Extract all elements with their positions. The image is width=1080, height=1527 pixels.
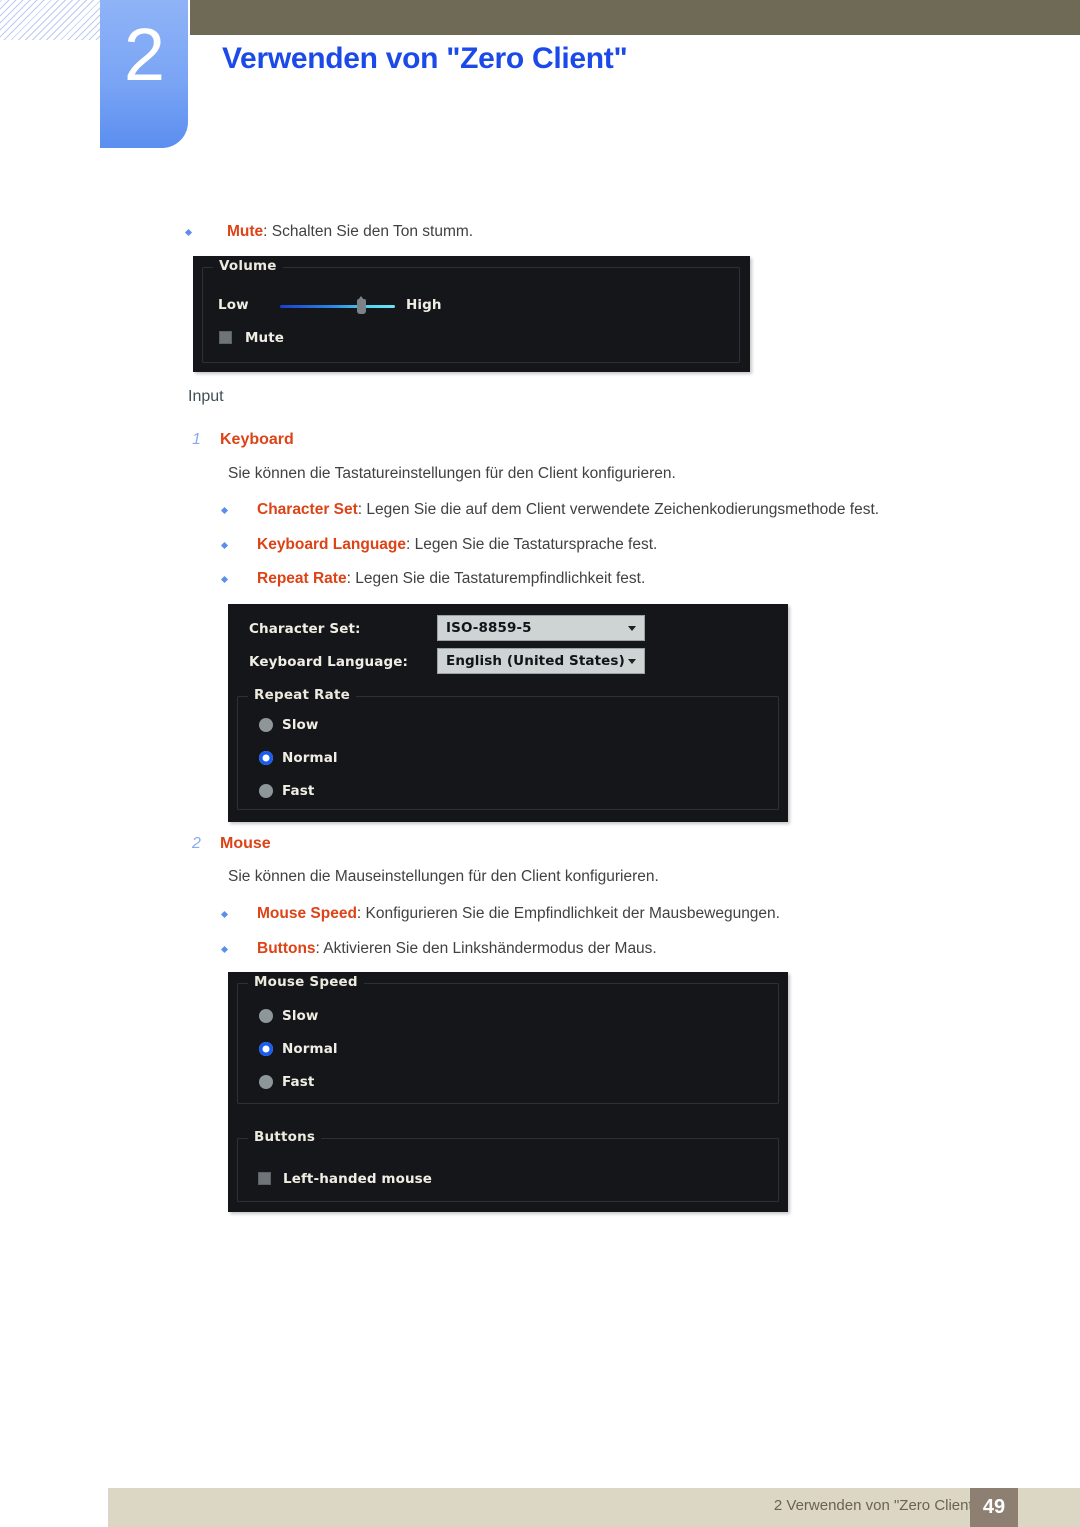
mouse-speed-label-fast[interactable]: Fast — [282, 1074, 314, 1090]
page-number-badge: 49 — [970, 1488, 1018, 1527]
mouse-speed-radio-normal[interactable] — [259, 1042, 273, 1056]
bullet-text: : Legen Sie die auf dem Client verwendet… — [357, 501, 880, 518]
volume-slider[interactable] — [280, 305, 395, 308]
mouse-speed-radio-fast[interactable] — [259, 1075, 273, 1089]
volume-fieldset: Volume — [202, 258, 740, 363]
keyboard-language-label: Keyboard Language: — [249, 654, 408, 670]
list-item-mouse: 2 Mouse — [192, 835, 271, 853]
bullet-term: Keyboard Language — [257, 536, 406, 553]
list-index: 2 — [192, 835, 201, 852]
chapter-number: 2 — [123, 13, 165, 96]
repeat-rate-legend: Repeat Rate — [248, 687, 356, 703]
bullet-text: : Konfigurieren Sie die Empfindlichkeit … — [356, 905, 780, 922]
repeat-rate-label-fast[interactable]: Fast — [282, 783, 314, 799]
bullet-term: Mute — [227, 223, 264, 240]
bullet-text: : Legen Sie die Tastatursprache fest. — [406, 536, 658, 553]
keyboard-settings-panel: Character Set: ISO-8859-5 Keyboard Langu… — [228, 604, 788, 822]
mouse-speed-label-slow[interactable]: Slow — [282, 1008, 319, 1024]
bullet-marker-icon — [184, 228, 193, 237]
bullet-term: Buttons — [257, 940, 316, 957]
bullet-mute: Mute : Schalten Sie den Ton stumm. — [184, 222, 474, 243]
bullet-mouse-speed: Mouse Speed : Konfigurieren Sie die Empf… — [220, 904, 780, 925]
repeat-rate-label-normal[interactable]: Normal — [282, 750, 338, 766]
buttons-fieldset: Buttons — [237, 1129, 779, 1202]
bullet-term: Character Set — [257, 501, 358, 518]
bullet-character-set: Character Set : Legen Sie die auf dem Cl… — [220, 500, 880, 521]
bullet-buttons: Buttons : Aktivieren Sie den Linkshänder… — [220, 939, 657, 960]
volume-legend: Volume — [213, 258, 283, 274]
volume-high-label: High — [406, 297, 442, 313]
bullet-marker-icon — [220, 945, 229, 954]
character-set-dropdown[interactable]: ISO-8859-5 — [437, 615, 645, 641]
bullet-text: : Legen Sie die Tastaturempfindlichkeit … — [346, 570, 646, 587]
bullet-marker-icon — [220, 541, 229, 550]
left-handed-mouse-label[interactable]: Left-handed mouse — [283, 1171, 432, 1187]
mouse-speed-radio-slow[interactable] — [259, 1009, 273, 1023]
volume-settings-panel: Volume Low High Mute — [193, 256, 750, 372]
mouse-speed-legend: Mouse Speed — [248, 974, 364, 990]
repeat-rate-radio-normal[interactable] — [259, 751, 273, 765]
section-heading-input: Input — [188, 388, 224, 405]
chevron-down-icon — [628, 659, 636, 664]
list-item-keyboard: 1 Keyboard — [192, 431, 294, 449]
bullet-text: : Aktivieren Sie den Linkshändermodus de… — [315, 940, 657, 957]
mouse-description: Sie können die Mauseinstellungen für den… — [228, 868, 659, 885]
chevron-down-icon — [628, 626, 636, 631]
list-index: 1 — [192, 431, 201, 448]
buttons-legend: Buttons — [248, 1129, 322, 1145]
mute-checkbox[interactable] — [219, 331, 232, 344]
repeat-rate-radio-slow[interactable] — [259, 718, 273, 732]
mouse-settings-panel: Mouse Speed Slow Normal Fast Buttons Lef… — [228, 972, 788, 1212]
document-page: 2 Verwenden von "Zero Client" Mute : Sch… — [0, 0, 1080, 1527]
bullet-marker-icon — [220, 575, 229, 584]
bullet-keyboard-language: Keyboard Language : Legen Sie die Tastat… — [220, 535, 658, 556]
bullet-term: Mouse Speed — [257, 905, 357, 922]
header-olive-bar — [190, 0, 1080, 35]
left-handed-mouse-checkbox[interactable] — [258, 1172, 271, 1185]
repeat-rate-label-slow[interactable]: Slow — [282, 717, 319, 733]
page-title: Verwenden von "Zero Client" — [222, 42, 628, 75]
keyboard-language-value: English (United States) — [446, 653, 625, 669]
list-label: Keyboard — [220, 431, 294, 448]
mouse-speed-label-normal[interactable]: Normal — [282, 1041, 338, 1057]
bullet-marker-icon — [220, 506, 229, 515]
footer-text: 2 Verwenden von "Zero Client" — [773, 1497, 978, 1514]
character-set-value: ISO-8859-5 — [446, 620, 532, 636]
repeat-rate-radio-fast[interactable] — [259, 784, 273, 798]
bullet-repeat-rate: Repeat Rate : Legen Sie die Tastaturempf… — [220, 569, 646, 590]
volume-slider-thumb[interactable] — [357, 296, 366, 314]
volume-low-label: Low — [218, 297, 249, 313]
mute-checkbox-label[interactable]: Mute — [245, 330, 284, 346]
bullet-term: Repeat Rate — [257, 570, 347, 587]
list-label: Mouse — [220, 835, 271, 852]
bullet-text: : Schalten Sie den Ton stumm. — [263, 223, 474, 240]
bullet-marker-icon — [220, 910, 229, 919]
keyboard-language-dropdown[interactable]: English (United States) — [437, 648, 645, 674]
keyboard-description: Sie können die Tastatureinstellungen für… — [228, 465, 676, 482]
character-set-label: Character Set: — [249, 621, 361, 637]
